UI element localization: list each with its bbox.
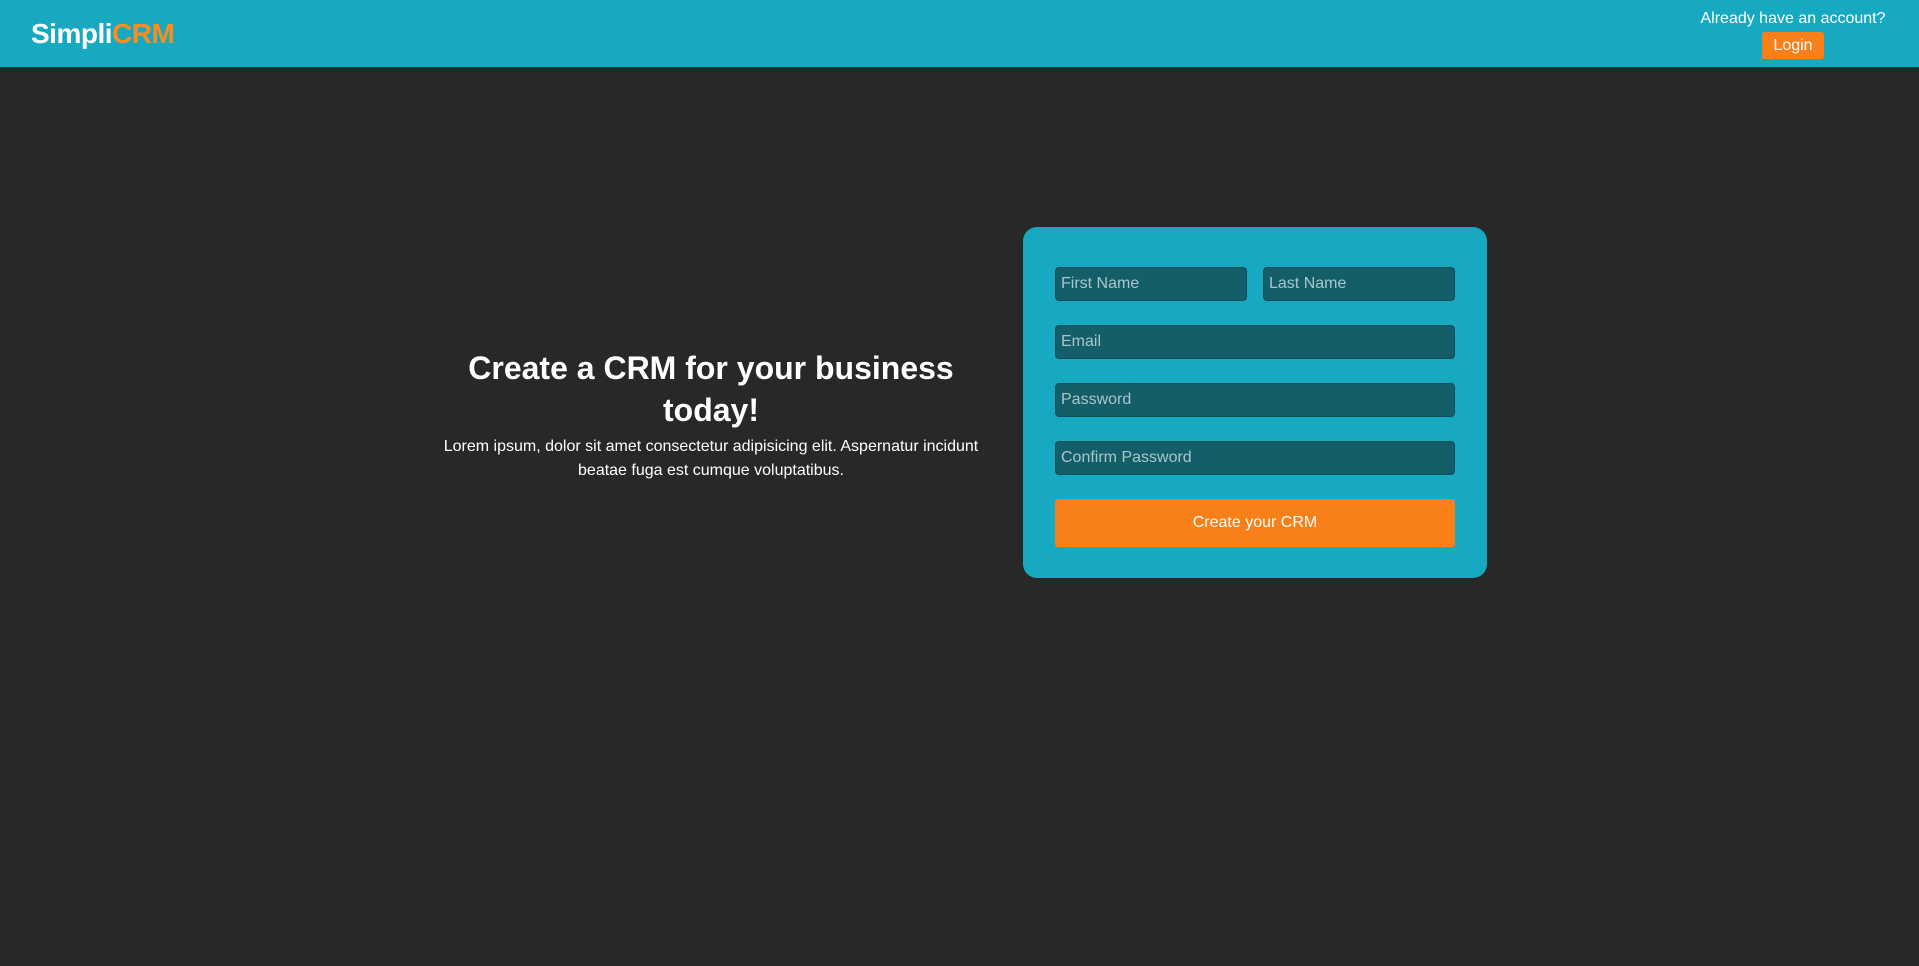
first-name-input[interactable] — [1055, 267, 1247, 301]
confirm-password-input[interactable] — [1055, 441, 1455, 475]
hero-title: Create a CRM for your business today! — [468, 350, 954, 428]
login-button[interactable]: Login — [1762, 32, 1824, 59]
account-prompt: Already have an account? — [1700, 10, 1886, 27]
hero-section: Create a CRM for your business today! Lo… — [420, 347, 1002, 483]
hero-subtitle: Lorem ipsum, dolor sit amet consectetur … — [443, 438, 979, 479]
email-input[interactable] — [1055, 325, 1455, 359]
signup-form-card: Create your CRM — [1023, 227, 1487, 578]
brand-name-primary: Simpli — [31, 18, 113, 49]
brand-name-accent: CRM — [112, 18, 175, 49]
account-area: Already have an account? Login — [1698, 9, 1888, 59]
top-navbar: SimpliCRM Already have an account? Login — [0, 0, 1919, 67]
brand-logo[interactable]: SimpliCRM — [31, 17, 175, 51]
last-name-input[interactable] — [1263, 267, 1455, 301]
password-input[interactable] — [1055, 383, 1455, 417]
create-crm-button[interactable]: Create your CRM — [1055, 499, 1455, 547]
